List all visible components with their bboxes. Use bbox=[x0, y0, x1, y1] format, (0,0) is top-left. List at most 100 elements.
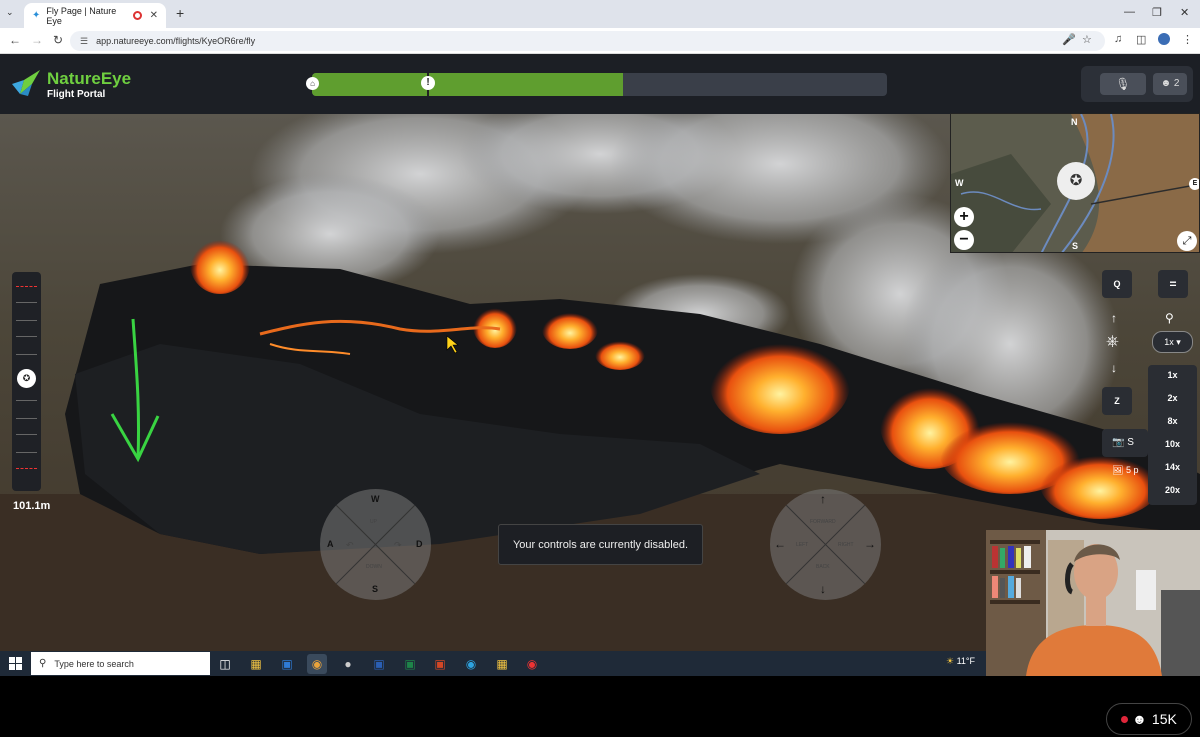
powerpoint-icon[interactable]: ▣ bbox=[430, 654, 450, 674]
webcam-overlay bbox=[986, 530, 1200, 676]
zoom-option[interactable]: 14x bbox=[1148, 462, 1197, 472]
media-control-icon[interactable]: ♫ bbox=[1114, 33, 1122, 45]
zoom-option[interactable]: 20x bbox=[1148, 485, 1197, 495]
address-bar[interactable]: ☰ app.natureeye.com/flights/KyeOR6re/fly bbox=[70, 31, 1105, 51]
zoom-option[interactable]: 2x bbox=[1148, 393, 1197, 403]
gimbal-up-arrow-icon[interactable]: ↑ bbox=[1111, 311, 1117, 325]
drone-altitude-icon: ✪ bbox=[17, 369, 36, 388]
word-icon[interactable]: ▣ bbox=[369, 654, 389, 674]
close-window-icon[interactable]: ✕ bbox=[1180, 6, 1189, 19]
windows-taskbar: ⚲ Type here to search ◫ ▦ ▣ ◉ ● ▣ ▣ ▣ ◉ … bbox=[0, 651, 986, 676]
compass-north: N bbox=[1071, 117, 1078, 127]
outlook-icon[interactable]: ▣ bbox=[277, 654, 297, 674]
microphone-icon[interactable]: 🎤 bbox=[1062, 33, 1076, 46]
close-tab-icon[interactable]: ✕ bbox=[150, 10, 158, 21]
left-joystick[interactable]: W UP S DOWN A D ↶ ↷ bbox=[320, 489, 431, 600]
gimbal-down-arrow-icon[interactable]: ↓ bbox=[1111, 361, 1117, 375]
zoom-option[interactable]: 1x bbox=[1148, 370, 1197, 380]
bird-favicon-icon: ✦ bbox=[32, 10, 41, 21]
new-tab-button[interactable]: + bbox=[176, 5, 184, 21]
left-arrow-icon[interactable]: ← bbox=[774, 537, 786, 551]
viewers-icon: ☻ bbox=[1132, 711, 1147, 727]
altitude-tick bbox=[16, 418, 37, 419]
q-key-button[interactable]: Q bbox=[1102, 270, 1132, 298]
sticky-notes-icon[interactable]: ▦ bbox=[492, 654, 512, 674]
site-info-icon[interactable]: ☰ bbox=[80, 36, 88, 47]
session-users-button[interactable]: ☻ 2 bbox=[1153, 73, 1187, 95]
side-panel-icon[interactable]: ◫ bbox=[1136, 33, 1146, 46]
altitude-limit-bottom bbox=[16, 468, 37, 469]
drone-map-marker-icon: ✪ bbox=[1057, 162, 1095, 200]
right-joystick[interactable]: ↑ FORWARD ↓ BACK ← LEFT → RIGHT bbox=[770, 489, 881, 600]
profile-avatar[interactable] bbox=[1158, 33, 1170, 45]
altitude-tick bbox=[16, 434, 37, 435]
windows-start-icon[interactable] bbox=[9, 657, 22, 670]
joystick-back-label: BACK bbox=[816, 564, 830, 570]
compass-east: E bbox=[1189, 178, 1199, 190]
zoom-option[interactable]: 8x bbox=[1148, 416, 1197, 426]
joystick-up-label: UP bbox=[370, 519, 377, 525]
altitude-tick bbox=[16, 354, 37, 355]
rotate-right-icon: ↷ bbox=[394, 540, 402, 550]
bookmark-star-icon[interactable]: ☆ bbox=[1082, 33, 1092, 46]
app-icon[interactable]: ● bbox=[338, 654, 358, 674]
microphone-button[interactable]: 🎙 bbox=[1100, 73, 1146, 95]
joystick-key-a[interactable]: A bbox=[327, 539, 334, 549]
gimbal-camera-icon: ⎈ bbox=[1106, 333, 1119, 350]
chrome-icon[interactable]: ◉ bbox=[307, 654, 327, 674]
right-arrow-icon[interactable]: → bbox=[864, 537, 876, 551]
joystick-key-w[interactable]: W bbox=[371, 494, 380, 504]
user-icon: ☻ bbox=[1160, 78, 1172, 89]
recording-app-icon[interactable]: ◉ bbox=[522, 654, 542, 674]
altitude-readout: 101.1m bbox=[13, 500, 51, 512]
tab-search-icon[interactable]: ⌄ bbox=[6, 7, 14, 18]
app-header: NatureEye Flight Portal ⌂ ! 🎙 ☻ 2 bbox=[0, 54, 1200, 114]
altitude-tick bbox=[16, 400, 37, 401]
minimize-window-icon[interactable]: — bbox=[1124, 6, 1135, 18]
browser-toolbar: ← → ↻ ☰ app.natureeye.com/flights/KyeOR6… bbox=[0, 28, 1200, 54]
map-zoom-in-button[interactable]: + bbox=[954, 207, 974, 227]
joystick-down-label: DOWN bbox=[366, 564, 382, 570]
zoom-level-select[interactable]: 1x ▾ bbox=[1152, 331, 1193, 353]
excel-icon[interactable]: ▣ bbox=[400, 654, 420, 674]
joystick-key-s[interactable]: S bbox=[372, 584, 378, 594]
flight-progress-track bbox=[312, 73, 887, 96]
zoom-magnifier-icon: ⚲ bbox=[1165, 311, 1174, 325]
task-view-icon[interactable]: ◫ bbox=[215, 654, 235, 674]
weather-temp: 11°F bbox=[956, 656, 976, 666]
photo-gallery-button[interactable]: 🖼 5 p bbox=[1112, 465, 1138, 476]
natureeye-bird-logo-icon bbox=[12, 70, 40, 96]
taskbar-weather[interactable]: ☀ 11°F bbox=[946, 656, 975, 667]
joystick-left-label: LEFT bbox=[796, 542, 809, 548]
search-icon: ⚲ bbox=[39, 658, 47, 669]
take-photo-button[interactable]: 📷 S bbox=[1102, 429, 1148, 457]
live-viewer-count: ☻ 15K bbox=[1106, 703, 1192, 735]
back-arrow-icon[interactable]: ↓ bbox=[820, 582, 826, 596]
map-zoom-out-button[interactable]: − bbox=[954, 230, 974, 250]
edge-icon[interactable]: ◉ bbox=[461, 654, 481, 674]
map-expand-icon[interactable]: ⤢ bbox=[1177, 231, 1197, 251]
forward-arrow-icon[interactable]: ↑ bbox=[820, 492, 826, 506]
home-marker-icon: ⌂ bbox=[306, 77, 319, 90]
taskbar-search-box[interactable]: ⚲ Type here to search bbox=[31, 652, 210, 675]
stream-bottom-bar bbox=[0, 676, 1200, 737]
browser-tab-active[interactable]: ✦ Fly Page | Nature Eye ✕ bbox=[24, 3, 166, 28]
brand-name: NatureEye bbox=[47, 69, 132, 88]
compass-west: W bbox=[955, 178, 964, 188]
minimap[interactable]: N S W E ✪ + − ⤢ bbox=[950, 113, 1200, 253]
url-text: app.natureeye.com/flights/KyeOR6re/fly bbox=[96, 36, 256, 46]
back-arrow-icon[interactable]: ← bbox=[9, 33, 21, 47]
zoom-option[interactable]: 10x bbox=[1148, 439, 1197, 449]
viewer-count-value: 15K bbox=[1151, 711, 1177, 727]
z-key-button[interactable]: Z bbox=[1102, 387, 1132, 415]
more-menu-icon[interactable]: ⋮ bbox=[1182, 33, 1193, 46]
zoom-current-value: 1x bbox=[1164, 337, 1174, 347]
compass-south: S bbox=[1072, 241, 1079, 251]
joystick-key-d[interactable]: D bbox=[416, 539, 423, 549]
gallery-count: 5 p bbox=[1125, 465, 1139, 475]
file-explorer-icon[interactable]: ▦ bbox=[246, 654, 266, 674]
reload-icon[interactable]: ↻ bbox=[53, 33, 63, 47]
forward-arrow-icon[interactable]: → bbox=[31, 33, 43, 47]
menu-button[interactable]: = bbox=[1158, 270, 1188, 298]
restore-window-icon[interactable]: ❐ bbox=[1152, 6, 1162, 19]
